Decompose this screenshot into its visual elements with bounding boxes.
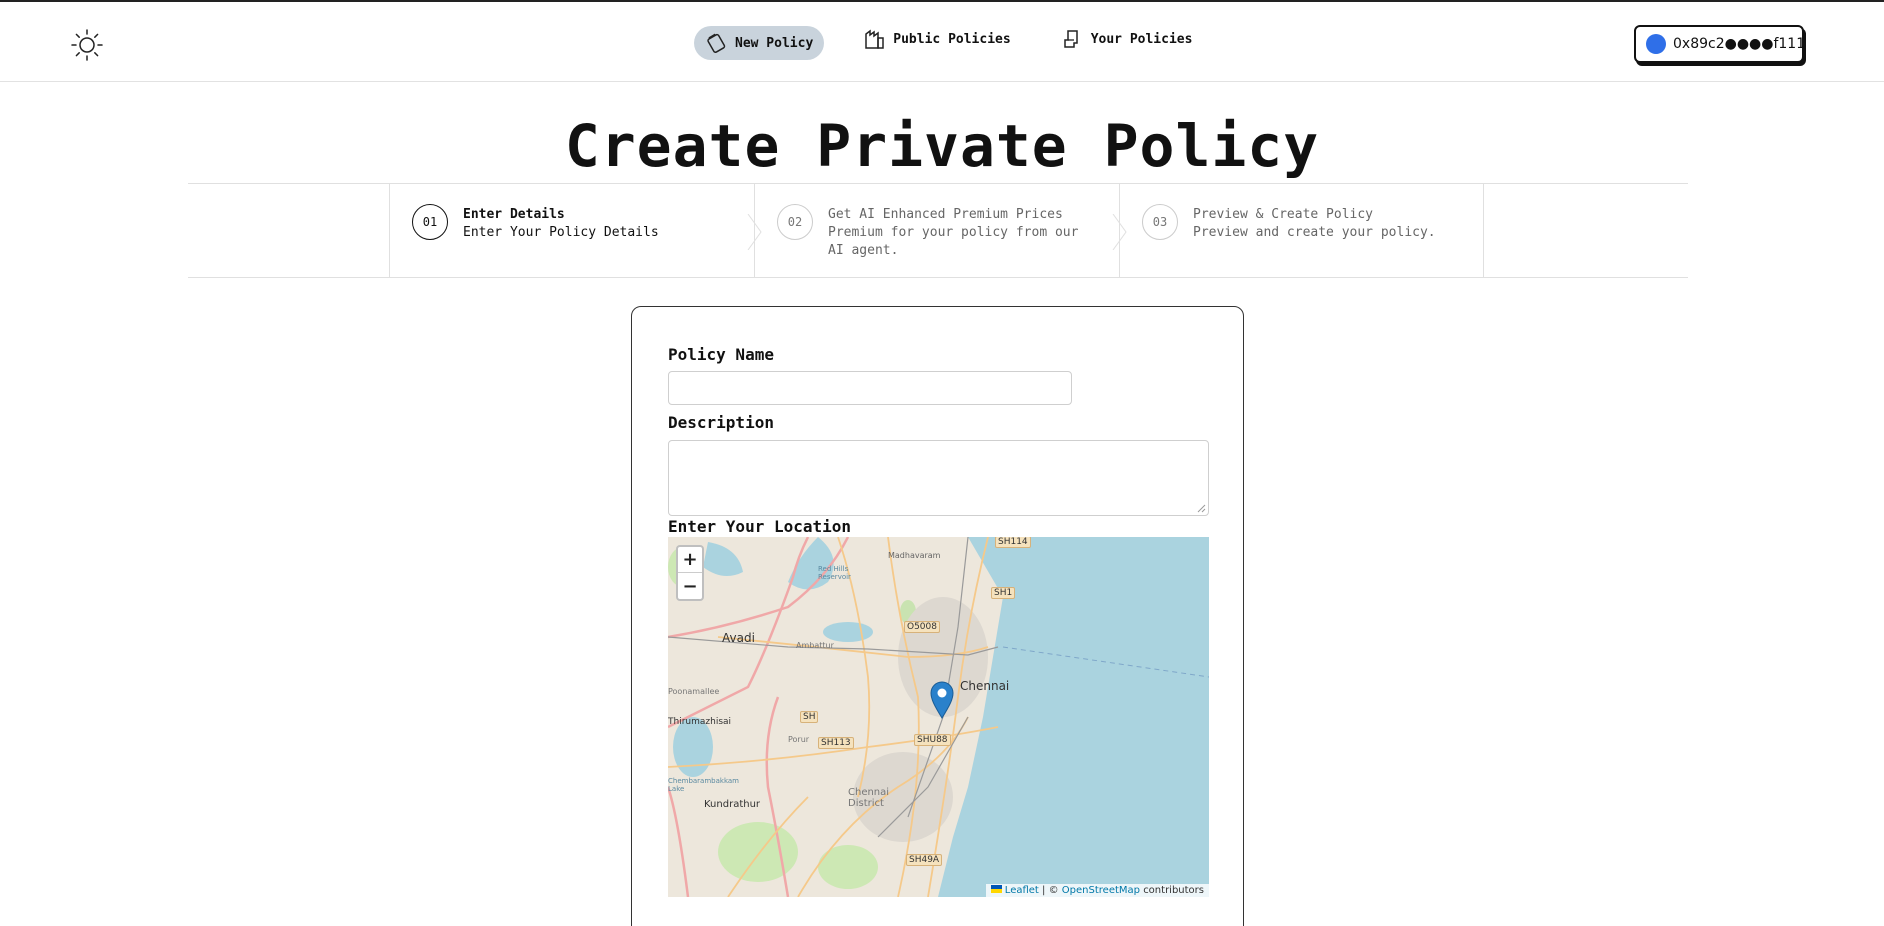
nav-public-policies[interactable]: Public Policies: [852, 22, 1021, 56]
page-title: Create Private Policy: [564, 112, 1320, 180]
wallet-avatar: [1646, 34, 1666, 54]
stepper: 01 Enter Details Enter Your Policy Detai…: [188, 183, 1688, 278]
road-shield: SH114: [995, 537, 1031, 548]
road-shield: SH113: [818, 737, 854, 749]
map-place-label: Chembarambakkam Lake: [668, 777, 739, 793]
policy-form-card: Policy Name Description Enter Your Locat…: [631, 306, 1244, 926]
zoom-out-button[interactable]: −: [678, 573, 702, 599]
road-shield: O5008: [904, 621, 940, 633]
top-navigation-bar: New Policy Public Policies Your Policies…: [0, 0, 1884, 82]
map-place-label: Thirumazhisai: [668, 717, 732, 727]
location-map[interactable]: Avadi Chennai Kundrathur Chennai Distric…: [668, 537, 1209, 897]
sun-icon[interactable]: [70, 28, 104, 62]
nav-new-policy[interactable]: New Policy: [694, 26, 825, 60]
map-place-label: Kundrathur: [704, 799, 761, 810]
nav-label: Public Policies: [893, 31, 1011, 47]
map-place-label: Ambattur: [796, 641, 834, 650]
attribution-separator: | ©: [1042, 885, 1059, 896]
wallet-address: 0x89c2●●●●f111: [1673, 36, 1806, 52]
map-place-label: Red Hills Reservoir: [818, 565, 851, 581]
openstreetmap-link[interactable]: OpenStreetMap: [1062, 885, 1140, 896]
policy-name-label: Policy Name: [668, 345, 774, 364]
step-subtitle: Premium for your policy from our AI agen…: [828, 225, 1079, 258]
ukraine-flag-icon: [990, 885, 1002, 893]
building-icon: [863, 28, 885, 50]
step-3[interactable]: 03 Preview & Create Policy Preview and c…: [1119, 184, 1484, 277]
location-label: Enter Your Location: [668, 517, 852, 536]
step-subtitle: Enter Your Policy Details: [463, 225, 659, 240]
step-number: 03: [1142, 204, 1178, 240]
document-tilted-icon: [705, 32, 727, 54]
nav-label: New Policy: [735, 35, 814, 51]
leaflet-link[interactable]: Leaflet: [1005, 885, 1039, 896]
road-shield: SH49A: [906, 854, 943, 866]
step-1[interactable]: 01 Enter Details Enter Your Policy Detai…: [389, 184, 762, 277]
road-shield: SH: [800, 711, 819, 723]
attribution-suffix: contributors: [1143, 885, 1204, 896]
policy-name-input[interactable]: [668, 371, 1072, 405]
map-place-label: Avadi: [722, 631, 755, 645]
zoom-in-button[interactable]: +: [678, 547, 702, 573]
road-shield: SHU88: [914, 734, 951, 746]
description-label: Description: [668, 413, 774, 432]
resize-grip-icon[interactable]: [1197, 504, 1206, 513]
map-attribution: Leaflet | © OpenStreetMap contributors: [985, 884, 1209, 897]
step-number: 01: [412, 204, 448, 240]
nav-label: Your Policies: [1090, 31, 1193, 47]
step-number: 02: [777, 204, 813, 240]
document-icon: [1061, 28, 1083, 50]
map-place-label: Madhavaram: [888, 551, 941, 560]
description-textarea[interactable]: [668, 440, 1209, 516]
map-place-label: Poonamallee: [668, 687, 720, 696]
step-title: Get AI Enhanced Premium Prices: [828, 207, 1063, 222]
map-place-label: Chennai: [960, 679, 1010, 693]
step-title: Preview & Create Policy: [1193, 207, 1374, 222]
map-zoom-control: + −: [676, 545, 704, 601]
road-shield: SH1: [991, 587, 1016, 599]
map-place-label: Chennai District: [848, 787, 890, 809]
wallet-connect-button[interactable]: 0x89c2●●●●f111: [1634, 25, 1806, 63]
main-nav: New Policy Public Policies Your Policies: [694, 26, 1203, 60]
location-pin-icon[interactable]: [930, 681, 954, 719]
step-2[interactable]: 02 Get AI Enhanced Premium Prices Premiu…: [754, 184, 1127, 277]
map-place-label: Porur: [788, 735, 810, 744]
step-title: Enter Details: [463, 207, 565, 222]
step-subtitle: Preview and create your policy.: [1193, 225, 1436, 240]
nav-your-policies[interactable]: Your Policies: [1050, 22, 1204, 56]
